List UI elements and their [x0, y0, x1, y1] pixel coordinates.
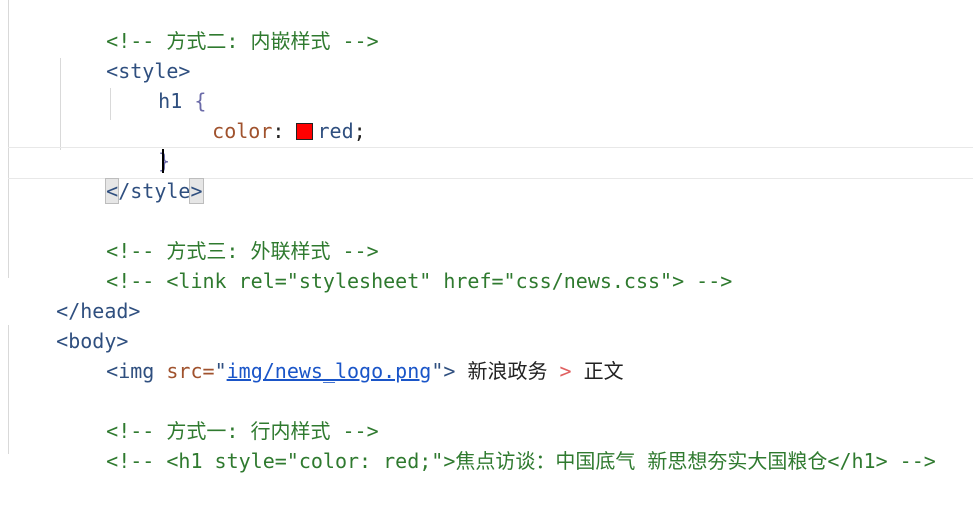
- style-close-tag: /style: [118, 179, 191, 203]
- code-line[interactable]: <!-- <h1 style="color: red;">焦点访谈：中国底气 新…: [58, 416, 936, 473]
- colon: :: [272, 119, 285, 143]
- breadcrumb-text: 正文: [583, 359, 624, 383]
- css-value: red: [317, 119, 354, 143]
- code-editor[interactable]: <!-- 方式二: 内嵌样式 --> <style> h1 { color: r…: [0, 0, 973, 473]
- comment-text: <!-- <h1 style="color: red;">焦点访谈：中国底气 新…: [106, 449, 936, 473]
- code-line[interactable]: }: [110, 116, 170, 173]
- code-line[interactable]: <!-- 方式三: 外联样式 -->: [58, 206, 378, 263]
- quote: ": [214, 359, 227, 383]
- code-line[interactable]: <!-- <link rel="stylesheet" href="css/ne…: [58, 236, 732, 293]
- img-tag-close: >: [443, 359, 456, 383]
- code-line[interactable]: <!-- 方式二: 内嵌样式 -->: [58, 0, 378, 53]
- code-line[interactable]: <body>: [8, 296, 128, 353]
- code-line[interactable]: h1 {: [110, 56, 206, 113]
- css-property: color: [212, 119, 273, 143]
- code-line[interactable]: <img src="img/news_logo.png"> 新浪政务 > 正文: [58, 326, 623, 383]
- indent-guide: [8, 0, 9, 278]
- comment-text: <!-- <link rel="stylesheet" href="css/ne…: [106, 269, 733, 293]
- quote: ": [431, 359, 444, 383]
- color-swatch-icon[interactable]: [296, 123, 314, 140]
- code-line[interactable]: color: red;: [164, 86, 365, 143]
- code-line[interactable]: </style>: [58, 146, 204, 204]
- src-attribute: src=: [166, 359, 215, 383]
- breadcrumb-separator: >: [559, 359, 572, 383]
- code-line[interactable]: <!-- 方式一: 行内样式 -->: [58, 386, 378, 443]
- matched-bracket: <: [105, 178, 120, 204]
- code-line[interactable]: </head>: [8, 266, 140, 323]
- text-cursor: [162, 149, 164, 173]
- image-path-link[interactable]: img/news_logo.png: [227, 359, 432, 383]
- breadcrumb-text: 新浪政务: [467, 359, 548, 383]
- matched-bracket: >: [189, 178, 204, 204]
- img-tag-open: <img: [106, 359, 167, 383]
- code-line[interactable]: <style>: [58, 26, 190, 83]
- semicolon: ;: [353, 119, 366, 143]
